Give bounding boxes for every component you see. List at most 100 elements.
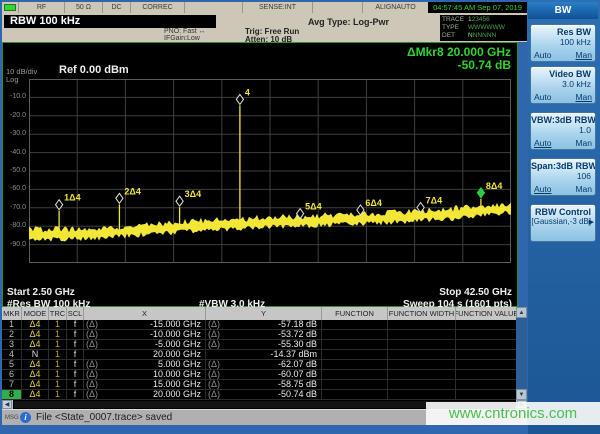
analyzer-screen: RF 50 Ω DC CORREC SENSE:INT ALIGNAUTO 04… xyxy=(0,0,600,434)
info-icon: i xyxy=(20,412,31,423)
auto-option[interactable]: Auto xyxy=(534,50,552,60)
column-header-mode: MODE xyxy=(22,307,49,320)
cell-function xyxy=(322,390,388,399)
cell-mode: N xyxy=(22,350,49,359)
column-header-mkr: MKR xyxy=(2,307,22,320)
cell-mode: Δ4 xyxy=(22,330,49,339)
y-axis-label: -90.0 xyxy=(10,240,26,248)
marker-label: 2Δ4 xyxy=(124,186,140,196)
softkey-span-3db-rbw[interactable]: Span:3dB RBW 106 Auto Man xyxy=(530,158,596,196)
status-coupling: DC xyxy=(102,2,130,13)
cell-mkr: 1 xyxy=(2,320,22,329)
spectrum-display: ΔMkr8 20.000 GHz -50.74 dB Ref 0.00 dBm … xyxy=(2,42,518,310)
trace-legend-char: N xyxy=(491,32,497,39)
delta-prefix: (Δ) xyxy=(86,320,99,329)
cell-function-width xyxy=(388,330,456,339)
y-value: -60.07 dB xyxy=(277,370,317,379)
cell-x: (Δ) 10.000 GHz xyxy=(84,370,206,379)
cell-function-width xyxy=(388,320,456,329)
datetime: 04:57:45 AM Sep 07, 2019 xyxy=(428,2,527,13)
x-value: -10.000 GHz xyxy=(149,330,201,339)
trace-legend-type-row: TYPE WWWWWW xyxy=(442,24,505,31)
scroll-down-icon[interactable]: ▼ xyxy=(516,389,527,400)
marker-table-row[interactable]: 6 Δ4 1 f (Δ) 10.000 GHz (Δ) -60.07 dB xyxy=(2,370,516,380)
marker-label: 6Δ4 xyxy=(365,198,381,208)
cell-x: 20.000 GHz xyxy=(84,350,206,359)
marker-label: 8Δ4 xyxy=(486,181,502,191)
cell-function-value xyxy=(456,330,516,339)
softkey-vbw-3db-rbw[interactable]: VBW:3dB RBW 1.0 Auto Man xyxy=(530,112,596,150)
cell-mode: Δ4 xyxy=(22,370,49,379)
softkey-video-bw[interactable]: Video BW 3.0 kHz Auto Man xyxy=(530,66,596,104)
marker-table-row[interactable]: 2 Δ4 1 f (Δ) -10.000 GHz (Δ) -53.72 dB xyxy=(2,330,516,340)
cell-function xyxy=(322,380,388,389)
cell-function xyxy=(322,340,388,349)
cell-scl: f xyxy=(67,390,84,399)
marker-table-row[interactable]: 8 Δ4 1 f (Δ) 20.000 GHz (Δ) -50.74 dB xyxy=(2,390,516,400)
cell-x: (Δ) 15.000 GHz xyxy=(84,380,206,389)
man-option[interactable]: Man xyxy=(575,138,592,148)
man-option[interactable]: Man xyxy=(575,92,592,102)
softkey-label: Span:3dB RBW xyxy=(531,161,595,171)
marker-table-row[interactable]: 4 N 1 f 20.000 GHz -14.37 dBm xyxy=(2,350,516,360)
pno-annotation: PNO: Fast ↔ xyxy=(164,28,206,35)
delta-prefix: (Δ) xyxy=(208,320,221,329)
delta-prefix: (Δ) xyxy=(86,330,99,339)
softkey-res-bw[interactable]: Res BW 100 kHz Auto Man xyxy=(530,24,596,62)
scale-type-label: Log xyxy=(6,75,19,84)
graticule-and-trace: 1Δ4 2Δ4 3Δ4 4 5Δ4 6Δ4 7Δ4 8Δ4 xyxy=(29,79,511,263)
cell-mode: Δ4 xyxy=(22,380,49,389)
cell-trc: 1 xyxy=(49,380,67,389)
marker-table-row[interactable]: 1 Δ4 1 f (Δ) -15.000 GHz (Δ) -57.18 dB xyxy=(2,320,516,330)
delta-prefix: (Δ) xyxy=(86,370,99,379)
measurement-bar: RBW 100 kHz PNO: Fast ↔ IFGain:Low Trig:… xyxy=(2,13,527,44)
marker-label: 3Δ4 xyxy=(185,189,201,199)
marker-table-row[interactable]: 7 Δ4 1 f (Δ) 15.000 GHz (Δ) -58.75 dB xyxy=(2,380,516,390)
cell-trc: 1 xyxy=(49,390,67,399)
softkey-value: 106 xyxy=(576,171,591,181)
cell-function-value xyxy=(456,370,516,379)
softkey-value: 100 kHz xyxy=(559,37,591,47)
ifgain-annotation: IFGain:Low xyxy=(164,35,200,42)
avg-type-annotation: Avg Type: Log-Pwr xyxy=(308,17,389,27)
status-message: File <State_0007.trace> saved xyxy=(36,412,173,423)
cell-x: (Δ) -5.000 GHz xyxy=(84,340,206,349)
cell-function xyxy=(322,370,388,379)
cell-scl: f xyxy=(67,380,84,389)
column-header-y: Y xyxy=(206,307,322,320)
cell-y: (Δ) -60.07 dB xyxy=(206,370,322,379)
y-value: -14.37 dBm xyxy=(270,350,317,359)
cell-scl: f xyxy=(67,350,84,359)
marker-table-row[interactable]: 3 Δ4 1 f (Δ) -5.000 GHz (Δ) -55.30 dB xyxy=(2,340,516,350)
det-digits: NNNNNN xyxy=(468,32,496,40)
y-value: -62.07 dB xyxy=(277,360,317,369)
scroll-left-icon[interactable]: ◀ xyxy=(2,400,12,409)
cell-scl: f xyxy=(67,360,84,369)
y-axis-label: -20.0 xyxy=(10,111,26,119)
softkey-value: [Gaussian,-3 dB] xyxy=(531,217,591,226)
marker-diamond-icon xyxy=(115,192,124,205)
cell-mkr: 8 xyxy=(2,390,22,399)
auto-option[interactable]: Auto xyxy=(534,92,552,102)
power-led-icon xyxy=(4,4,16,11)
delta-prefix: (Δ) xyxy=(208,340,221,349)
column-header-scl: SCL xyxy=(67,307,84,320)
x-value: 20.000 GHz xyxy=(152,350,201,359)
auto-option[interactable]: Auto xyxy=(534,138,552,148)
marker-label: 1Δ4 xyxy=(64,193,80,203)
cell-function-value xyxy=(456,340,516,349)
marker-table-row[interactable]: 5 Δ4 1 f (Δ) 5.000 GHz (Δ) -62.07 dB xyxy=(2,360,516,370)
softkey-label: RBW Control xyxy=(535,207,591,217)
y-value: -50.74 dB xyxy=(277,390,317,399)
man-option[interactable]: Man xyxy=(575,50,592,60)
delta-prefix: (Δ) xyxy=(86,340,99,349)
scrollbar-track[interactable] xyxy=(516,318,527,389)
softkey-sidebar: BW Res BW 100 kHz Auto Man Video BW 3.0 kHz Au… xyxy=(528,0,600,434)
auto-option[interactable]: Auto xyxy=(534,184,552,194)
scroll-up-icon[interactable]: ▲ xyxy=(516,307,527,318)
marker-table-scrollbar[interactable]: ▲ ▼ xyxy=(516,307,527,400)
delta-prefix: (Δ) xyxy=(208,330,221,339)
marker-label: 4 xyxy=(245,87,250,97)
softkey-rbw-control[interactable]: RBW Control [Gaussian,-3 dB] ▶ xyxy=(530,204,596,242)
man-option[interactable]: Man xyxy=(575,184,592,194)
